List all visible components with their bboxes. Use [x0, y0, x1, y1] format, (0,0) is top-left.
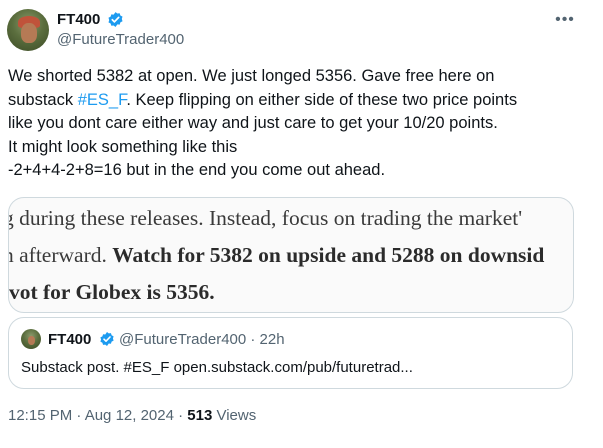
tweet-text-flip: . Keep flipping on either side of these … [126, 90, 518, 109]
media-text-line-1: g during these releases. Instead, focus … [8, 206, 523, 230]
author-avatar[interactable] [7, 9, 49, 51]
tweet-text-substack: substack [8, 90, 78, 109]
media-text-line-3: ivot for Globex is 5356. [8, 280, 215, 305]
media-text-line-2-regular: n afterward. [8, 243, 113, 267]
quoted-author-name: FT400 [48, 331, 92, 348]
media-text-line-2-bold: Watch for 5382 on upside and 5288 on dow… [112, 243, 545, 267]
quoted-author-avatar [21, 329, 41, 349]
hashtag-link[interactable]: #ES_F [78, 91, 127, 109]
tweet-line-3: like you dont care either way and just c… [8, 114, 498, 132]
avatar-face [21, 23, 37, 43]
more-options-button[interactable]: ••• [553, 8, 577, 32]
quoted-handle-time: @FutureTrader400 · 22h [119, 331, 285, 348]
verified-badge-icon [100, 332, 114, 346]
views-count: 513 [187, 407, 213, 424]
quoted-tweet-text: Substack post. #ES_F open.substack.com/p… [21, 359, 413, 376]
tweet-line-2: substack #ES_F. Keep flipping on either … [8, 89, 583, 113]
tweet-line-1: We shorted 5382 at open. We just longed … [8, 67, 495, 85]
media-text-line-3-bold: ivot for Globex is 5356. [8, 280, 215, 304]
tweet-line-5: -2+4+4-2+8=16 but in the end you come ou… [8, 161, 386, 179]
more-horizontal-icon: ••• [555, 11, 575, 28]
tweet-line-4: It might look something like this [8, 137, 238, 156]
tweet-timestamp[interactable]: 12:15 PM · Aug 12, 2024 · [8, 407, 187, 424]
tweet-text: We shorted 5382 at open. We just longed … [8, 65, 583, 183]
quoted-avatar-face [28, 336, 35, 345]
verified-badge-icon [108, 12, 123, 27]
author-handle[interactable]: @FutureTrader400 [57, 31, 184, 48]
quoted-tweet[interactable]: FT400 @FutureTrader400 · 22h Substack po… [8, 317, 573, 389]
tweet-footer: 12:15 PM · Aug 12, 2024 · 513 Views [8, 407, 256, 424]
tweet-media-image[interactable]: g during these releases. Instead, focus … [8, 197, 574, 313]
views-label: Views [212, 407, 257, 424]
media-text-line-2: n afterward. Watch for 5382 on upside an… [8, 243, 545, 268]
author-display-name[interactable]: FT400 [57, 11, 100, 28]
